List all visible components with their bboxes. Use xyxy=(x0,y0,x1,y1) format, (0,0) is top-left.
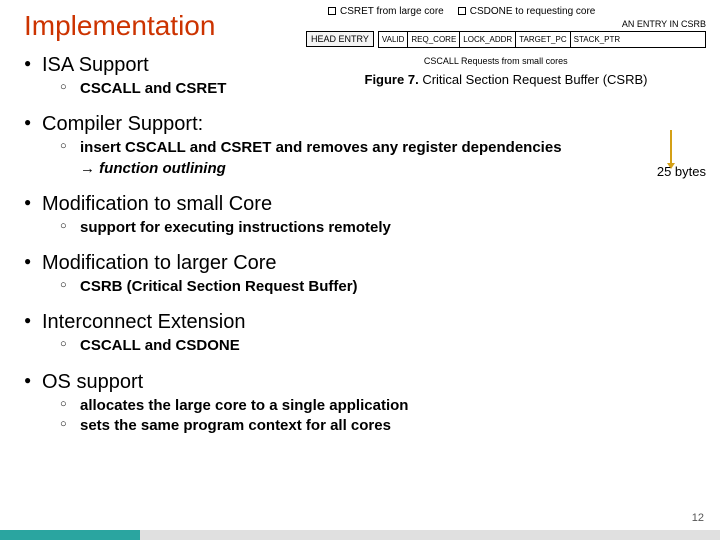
sub-item: support for executing instructions remot… xyxy=(60,218,700,238)
bullet-small-core: Modification to small Core support for e… xyxy=(20,193,700,238)
csrb-fields-row: VALID REQ_CORE LOCK_ADDR TARGET_PC STACK… xyxy=(378,31,706,48)
bullet-heading: OS support xyxy=(42,371,143,393)
sub-item: sets the same program context for all co… xyxy=(60,416,700,436)
label-csdone: CSDONE to requesting core xyxy=(458,6,596,17)
bullet-heading: ISA Support xyxy=(42,54,149,76)
sub-item: allocates the large core to a single app… xyxy=(60,396,700,416)
annotation-25-bytes: 25 bytes xyxy=(657,164,706,179)
bullet-interconnect: Interconnect Extension CSCALL and CSDONE xyxy=(20,311,700,356)
field-lock-addr: LOCK_ADDR xyxy=(460,32,516,47)
figure-caption: Figure 7. Critical Section Request Buffe… xyxy=(306,72,706,87)
head-entry-cell: HEAD ENTRY xyxy=(306,31,374,47)
annotation-arrow-icon xyxy=(670,130,672,164)
page-number: 12 xyxy=(692,512,704,524)
footer-bar xyxy=(0,530,720,540)
bullet-heading: Compiler Support: xyxy=(42,113,203,135)
bullet-heading: Modification to small Core xyxy=(42,193,272,215)
figure-top-labels: CSRET from large core CSDONE to requesti… xyxy=(328,6,706,17)
bullet-heading: Modification to larger Core xyxy=(42,252,277,274)
label-csret: CSRET from large core xyxy=(328,6,444,17)
field-valid: VALID xyxy=(379,32,409,47)
bullet-os: OS support allocates the large core to a… xyxy=(20,371,700,437)
sub-item: insert CSCALL and CSRET and removes any … xyxy=(60,138,700,179)
figure-bottom-label: CSCALL Requests from small cores xyxy=(424,56,706,66)
entry-label: AN ENTRY IN CSRB xyxy=(378,19,706,29)
bullet-heading: Interconnect Extension xyxy=(42,311,245,333)
field-req-core: REQ_CORE xyxy=(408,32,460,47)
figure-csrb: CSRET from large core CSDONE to requesti… xyxy=(306,6,706,87)
sub-item: CSCALL and CSDONE xyxy=(60,336,700,356)
bullet-compiler: Compiler Support: insert CSCALL and CSRE… xyxy=(20,113,700,179)
field-target-pc: TARGET_PC xyxy=(516,32,570,47)
bullet-list: ISA Support CSCALL and CSRET Compiler Su… xyxy=(20,54,700,436)
field-stack-ptr: STACK_PTR xyxy=(571,32,624,47)
bullet-large-core: Modification to larger Core CSRB (Critic… xyxy=(20,252,700,297)
sub-item: CSRB (Critical Section Request Buffer) xyxy=(60,277,700,297)
